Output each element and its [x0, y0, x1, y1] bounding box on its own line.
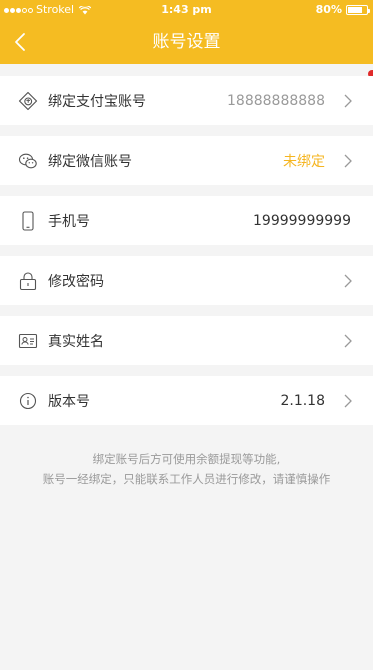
info-icon [18, 391, 38, 411]
chevron-right-icon [344, 394, 352, 407]
lock-icon [18, 271, 38, 291]
row-label: 绑定支付宝账号 [48, 93, 146, 110]
chevron-right-icon [344, 334, 352, 347]
row-version[interactable]: 版本号 2.1.18 [0, 376, 373, 425]
notice-line: 绑定账号后方可使用余额提现等功能, [92, 452, 281, 466]
battery-indicator: 80% [315, 0, 370, 20]
phone-icon [18, 210, 38, 231]
battery-percent: 80% [315, 3, 342, 16]
row-label: 真实姓名 [48, 333, 104, 350]
top-bar: Strokel 1:43 pm 80% 账号设置 [0, 0, 373, 64]
row-value: 19999999999 [253, 212, 351, 229]
id-card-icon [18, 331, 38, 351]
alipay-icon [18, 91, 38, 111]
row-label: 版本号 [48, 393, 90, 410]
row-label: 手机号 [48, 213, 90, 230]
row-real-name[interactable]: 真实姓名 [0, 316, 373, 365]
row-label: 绑定微信账号 [48, 153, 132, 170]
row-phone-number: 手机号 19999999999 [0, 196, 373, 245]
battery-icon [346, 5, 370, 15]
chevron-right-icon [344, 94, 352, 107]
row-value: 2.1.18 [280, 392, 325, 409]
notice-line: 账号一经绑定，只能联系工作人员进行修改，请谨慎操作 [42, 472, 331, 486]
row-value: 18888888888 [227, 92, 325, 109]
status-bar: Strokel 1:43 pm 80% [0, 0, 373, 20]
row-value: 未绑定 [283, 153, 325, 170]
wechat-icon [18, 151, 38, 171]
row-change-password[interactable]: 修改密码 [0, 256, 373, 305]
chevron-right-icon [344, 154, 352, 167]
page-title: 账号设置 [152, 32, 221, 52]
binding-notice: 绑定账号后方可使用余额提现等功能, 账号一经绑定，只能联系工作人员进行修改，请谨… [0, 449, 373, 489]
row-label: 修改密码 [48, 273, 104, 290]
chevron-right-icon [344, 274, 352, 287]
row-wechat-account[interactable]: 绑定微信账号 未绑定 [0, 136, 373, 185]
row-alipay-account[interactable]: 绑定支付宝账号 18888888888 [0, 76, 373, 125]
nav-bar: 账号设置 [0, 20, 373, 64]
